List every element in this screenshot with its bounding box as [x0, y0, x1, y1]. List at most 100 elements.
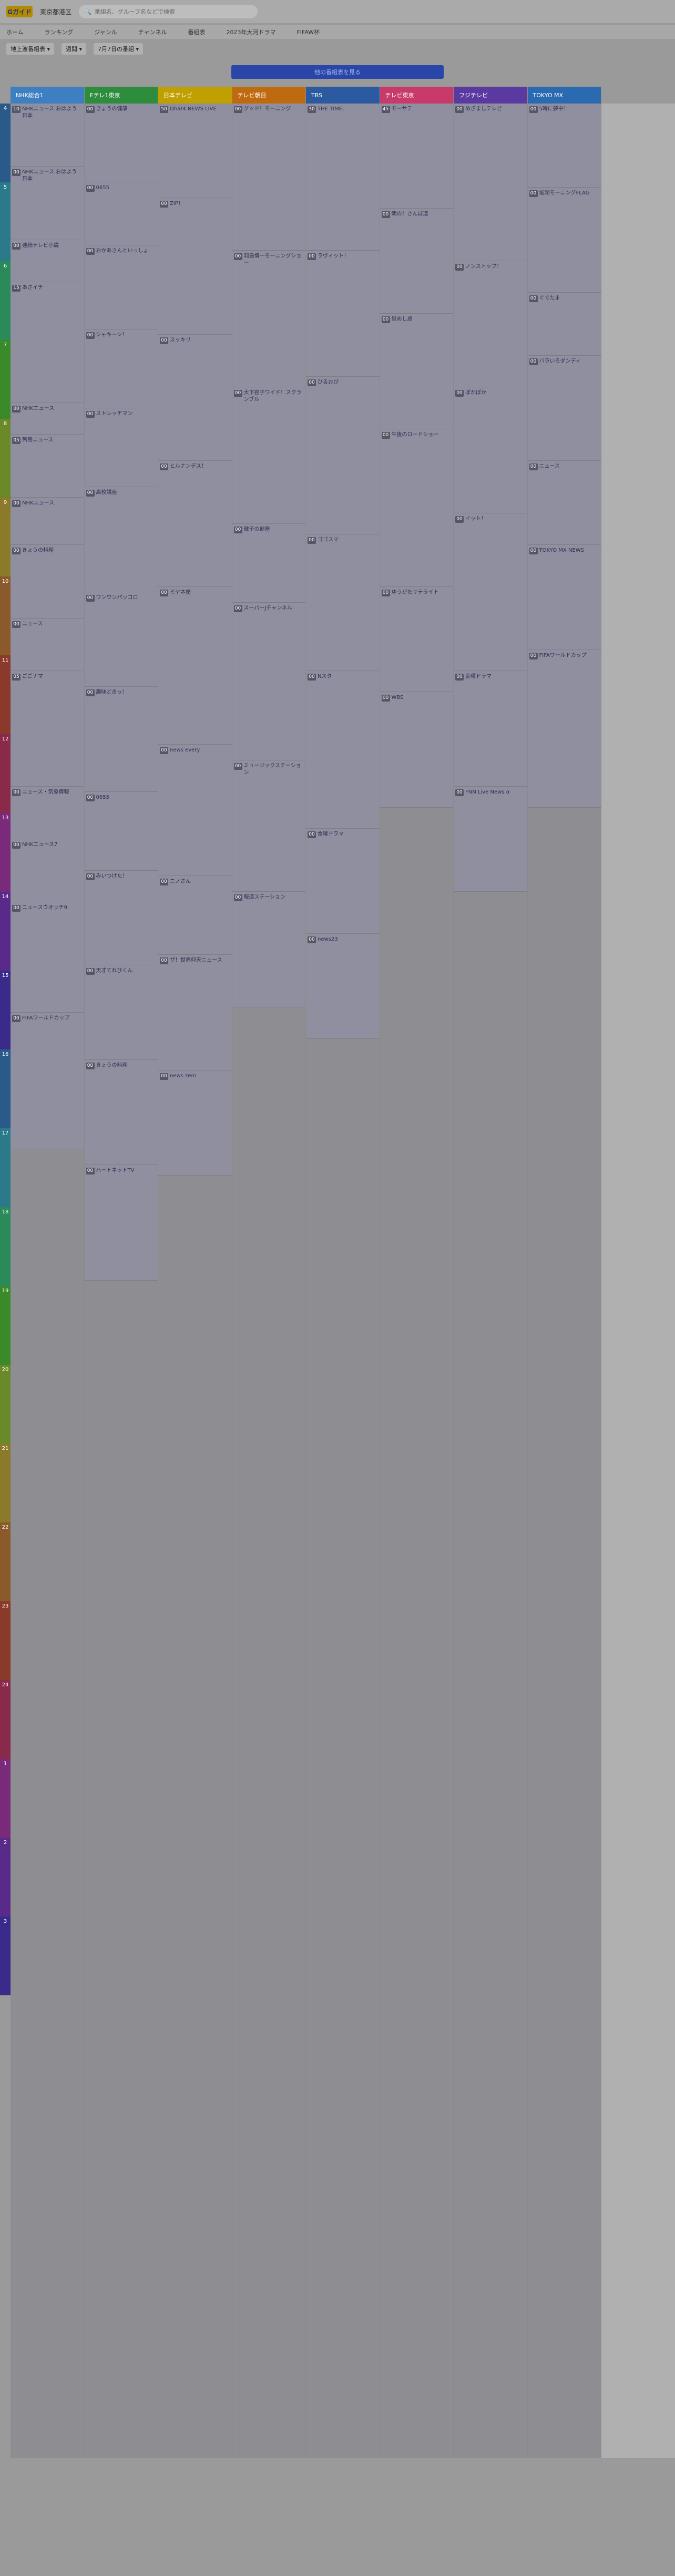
program-cell[interactable]: 00 天才てれびくん [84, 965, 158, 1060]
program-cell[interactable]: 30 THE TIME, [306, 104, 380, 251]
program-cell[interactable]: 00 ひるおび [306, 377, 380, 534]
program-title: 高校講座 [96, 490, 117, 496]
program-cell[interactable]: 00 昼めし旅 [380, 314, 453, 429]
program-cell[interactable]: 00 ニュース [527, 461, 601, 545]
program-cell[interactable]: 00 0655 [84, 182, 158, 245]
program-cell[interactable]: 05 列島ニュース [11, 435, 84, 498]
program-cell[interactable]: 00 堀潤モーニングFLAG [527, 188, 601, 293]
channel-header-0[interactable]: NHK総合1 [11, 87, 85, 104]
channel-column-7: 00 5時に夢中！ 00 堀潤モーニングFLAG 00 ぐでたま 00 バラいろダンディ 00 ニ… [527, 104, 601, 2458]
program-cell[interactable]: 00 ゆうがたサテライト [380, 587, 453, 692]
program-cell[interactable]: 00 金曜ドラマ [306, 829, 380, 934]
program-cell[interactable]: 00 ハートネットTV [84, 1165, 158, 1281]
site-logo[interactable]: Gガイド [6, 6, 33, 17]
hour-label: 18 [0, 1207, 11, 1286]
program-cell[interactable]: 15 あさイチ [11, 282, 84, 403]
program-cell[interactable]: 00 ヒルナンデス！ [158, 461, 232, 587]
program-cell[interactable]: 00 ミヤネ屋 [158, 587, 232, 745]
program-title: ニュース [539, 463, 560, 469]
nav-item[interactable]: ランキング [45, 28, 74, 36]
program-cell[interactable]: 50 Oha!4 NEWS LIVE [158, 104, 232, 198]
program-cell[interactable]: 00 FIFAワールドカップ [527, 650, 601, 808]
channel-header-6[interactable]: フジテレビ [454, 87, 528, 104]
program-cell[interactable]: 00 ニュースウオッチ9 [11, 902, 84, 1013]
channel-header-1[interactable]: Eテレ1東京 [84, 87, 158, 104]
main-nav: ホーム ランキング ジャンル チャンネル 番組表 2023年大河ドラマ FIFAW杯 [0, 25, 675, 39]
location-label[interactable]: 東京都港区 [40, 7, 71, 16]
program-cell[interactable]: 00 ラヴィット！ [306, 251, 380, 377]
program-cell[interactable]: 00 WBS [380, 692, 453, 808]
program-cell[interactable]: 00 ぐでたま [527, 293, 601, 356]
program-cell[interactable]: 00 NHKニュース [11, 498, 84, 545]
program-cell[interactable]: 00 きょうの健康 [84, 104, 158, 182]
program-cell[interactable]: 00 報道ステーション [232, 892, 305, 1007]
channel-header-7[interactable]: TOKYO MX [527, 87, 601, 104]
program-cell[interactable]: 00 イット！ [454, 513, 527, 671]
program-cell[interactable]: 00 きょうの料理 [84, 1060, 158, 1165]
program-cell[interactable]: 00 スッキリ [158, 335, 232, 461]
program-cell[interactable]: 05 ごごナマ [11, 671, 84, 787]
program-cell[interactable]: 00 午後のロードショー [380, 429, 453, 587]
program-cell[interactable]: 45 モーサテ [380, 104, 453, 209]
program-cell[interactable]: 00 ニュース [11, 619, 84, 671]
program-cell[interactable]: 00 news zero [158, 1070, 232, 1176]
program-cell[interactable]: 00 ストレッチマン [84, 408, 158, 487]
nav-item[interactable]: ホーム [6, 28, 24, 36]
program-title: 0655 [96, 185, 109, 191]
other-guide-button[interactable]: 他の番組表を見る [231, 65, 444, 79]
program-cell[interactable]: 00 羽鳥慎一モーニングショー [232, 251, 305, 387]
program-cell[interactable]: 00 みいつけた！ [84, 871, 158, 965]
program-cell[interactable]: 00 ぽかぽか [454, 387, 527, 513]
program-cell[interactable]: 00 Nスタ [306, 671, 380, 829]
program-cell[interactable]: 00 FNN Live News α [454, 787, 527, 892]
program-cell[interactable]: 00 NHKニュース [11, 403, 84, 435]
program-cell[interactable]: 00 ゴゴスマ [306, 534, 380, 671]
nav-item[interactable]: チャンネル [138, 28, 167, 36]
program-cell[interactable]: 00 シャキーン！ [84, 329, 158, 408]
program-cell[interactable]: 00 趣味どきっ！ [84, 687, 158, 792]
program-cell[interactable]: 00 NHKニュース7 [11, 839, 84, 902]
nav-item[interactable]: 2023年大河ドラマ [226, 28, 275, 36]
channel-header-4[interactable]: TBS [306, 87, 380, 104]
program-cell[interactable]: 00 ZIP！ [158, 198, 232, 335]
program-title: ワンワンパッコロ [96, 595, 138, 601]
program-cell[interactable]: 00 ニノさん [158, 876, 232, 955]
program-cell[interactable]: 00 TOKYO MX NEWS [527, 545, 601, 650]
channel-header-5[interactable]: テレビ東京 [380, 87, 454, 104]
program-cell[interactable]: 00 ワンワンパッコロ [84, 592, 158, 687]
program-cell[interactable]: 00 おかあさんといっしょ [84, 245, 158, 329]
filter-dropdown[interactable]: 週間 ▾ [62, 43, 87, 55]
program-title: NHKニュース [22, 500, 55, 506]
filter-dropdown[interactable]: 7月7日の番組 ▾ [94, 43, 144, 55]
program-cell[interactable]: 00 ミュージックステーション [232, 760, 305, 892]
search-input[interactable]: 🔍 番組名、グループ名などで検索 [79, 5, 258, 18]
program-cell[interactable]: 00 グッド！モーニング [232, 104, 305, 251]
program-cell[interactable]: 00 ノンストップ！ [454, 261, 527, 387]
channel-header-2[interactable]: 日本テレビ [158, 87, 232, 104]
filter-dropdown[interactable]: 地上波番組表 ▾ [6, 43, 55, 55]
nav-item[interactable]: 番組表 [188, 28, 205, 36]
program-cell[interactable]: 00 5時に夢中！ [527, 104, 601, 188]
program-cell[interactable]: 00 NHKニュース おはよう日本 [11, 167, 84, 240]
program-cell[interactable]: 00 きょうの料理 [11, 545, 84, 619]
program-title: ニュース [22, 621, 43, 627]
program-cell[interactable]: 00 徹子の部屋 [232, 524, 305, 603]
nav-item[interactable]: FIFAW杯 [296, 28, 320, 36]
program-cell[interactable]: 00 大下容子ワイド！スクランブル [232, 387, 305, 524]
program-cell[interactable]: 00 ニュース・気象情報 [11, 787, 84, 839]
channel-header-3[interactable]: テレビ朝日 [232, 87, 306, 104]
program-cell[interactable]: 10 NHKニュース おはよう日本 [11, 104, 84, 167]
program-cell[interactable]: 00 news23 [306, 934, 380, 1039]
program-cell[interactable]: 00 連続テレビ小説 [11, 240, 84, 282]
program-cell[interactable]: 00 朝の！さんぽ道 [380, 209, 453, 314]
program-cell[interactable]: 00 FIFAワールドカップ [11, 1013, 84, 1149]
program-cell[interactable]: 00 ザ！世界仰天ニュース [158, 955, 232, 1070]
nav-item[interactable]: ジャンル [94, 28, 117, 36]
program-cell[interactable]: 00 高校講座 [84, 487, 158, 592]
program-cell[interactable]: 00 0655 [84, 792, 158, 871]
program-cell[interactable]: 00 めざましテレビ [454, 104, 527, 261]
program-cell[interactable]: 00 金曜ドラマ [454, 671, 527, 787]
program-cell[interactable]: 00 バラいろダンディ [527, 356, 601, 461]
program-cell[interactable]: 00 スーパーJチャンネル [232, 603, 305, 760]
program-cell[interactable]: 00 news every. [158, 745, 232, 876]
